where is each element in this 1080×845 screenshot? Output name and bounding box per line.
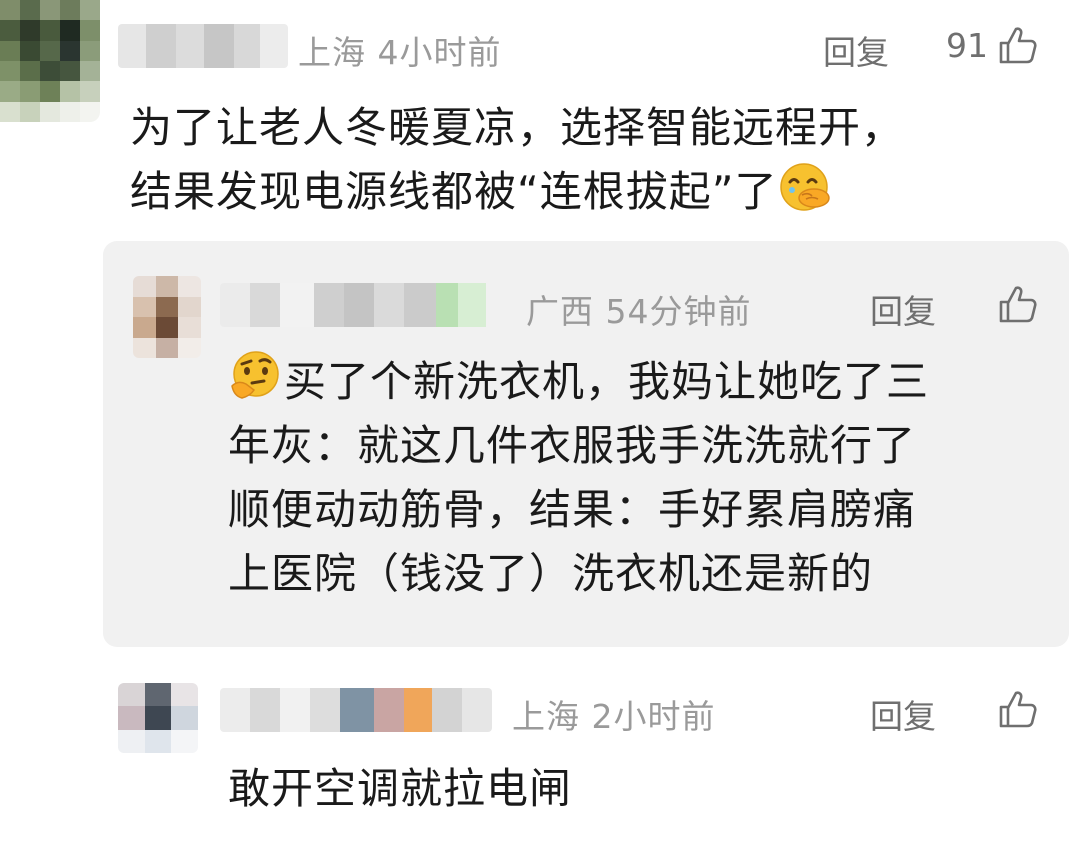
location: 广西	[526, 292, 594, 331]
like-thumb-icon[interactable]	[998, 284, 1038, 324]
comment-meta: 上海 2小时前	[512, 690, 716, 738]
reply-button[interactable]: 回复	[870, 285, 936, 333]
comment-line: 买了个新洗衣机，我妈让她吃了三	[228, 350, 929, 414]
username-blurred[interactable]	[220, 283, 506, 327]
comment-line: 顺便动动筋骨，结果：手好累肩膀痛	[228, 485, 917, 534]
avatar[interactable]	[0, 0, 100, 122]
avatar[interactable]	[118, 683, 198, 753]
reply-button[interactable]: 回复	[823, 26, 889, 74]
comment-line: 为了让老人冬暖夏凉，选择智能远程开，	[130, 103, 905, 152]
location: 上海	[298, 33, 366, 72]
comment-meta: 上海 4小时前	[298, 26, 502, 74]
username-blurred[interactable]	[220, 688, 492, 732]
comment-line: 结果发现电源线都被“连根拔起”了	[130, 160, 904, 224]
thinking-face-icon	[231, 351, 279, 399]
comment-line: 年灰：就这几件衣服我手洗洗就行了	[228, 421, 917, 470]
username-blurred[interactable]	[118, 24, 288, 68]
timestamp: 2小时前	[591, 697, 716, 736]
location: 上海	[512, 697, 580, 736]
like-thumb-icon[interactable]	[998, 689, 1038, 729]
face-with-hand-over-mouth-icon	[779, 163, 830, 211]
timestamp: 54分钟前	[605, 292, 752, 331]
comment-line: 敢开空调就拉电闸	[228, 764, 573, 813]
comment-body: 为了让老人冬暖夏凉，选择智能远程开， 结果发现电源线都被“连根拔起”了	[130, 96, 904, 224]
like-count: 91	[946, 26, 988, 65]
timestamp: 4小时前	[377, 33, 502, 72]
comment-body: 敢开空调就拉电闸	[228, 757, 572, 821]
like-thumb-icon[interactable]	[998, 25, 1038, 65]
reply-button[interactable]: 回复	[870, 690, 936, 738]
comment-meta: 广西 54分钟前	[526, 285, 752, 333]
comment-body: 买了个新洗衣机，我妈让她吃了三 年灰：就这几件衣服我手洗洗就行了 顺便动动筋骨，…	[228, 350, 929, 606]
avatar[interactable]	[133, 276, 201, 358]
comment-line: 上医院（钱没了）洗衣机还是新的	[228, 549, 874, 598]
